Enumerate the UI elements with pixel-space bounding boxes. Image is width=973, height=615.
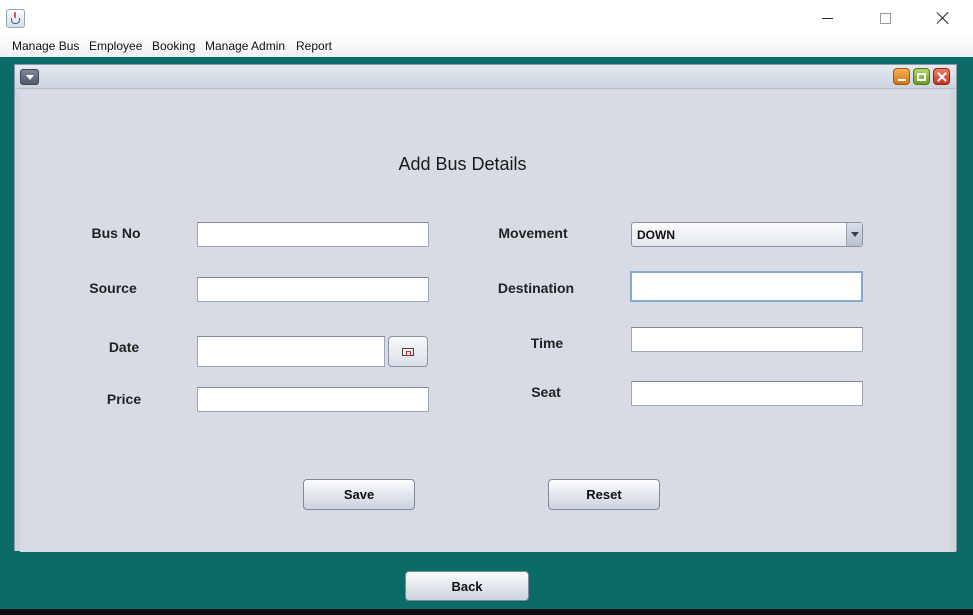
source-input[interactable] xyxy=(197,277,429,302)
date-picker-button[interactable] xyxy=(388,336,428,367)
frame-menu-button[interactable] xyxy=(20,69,39,85)
movement-selected-value: DOWN xyxy=(637,228,675,242)
date-label: Date xyxy=(108,339,140,355)
menu-manage-bus[interactable]: Manage Bus xyxy=(12,39,79,53)
time-input[interactable] xyxy=(631,327,863,352)
price-label: Price xyxy=(106,391,142,407)
destination-input[interactable] xyxy=(630,271,863,302)
seat-label: Seat xyxy=(531,384,561,400)
frame-close-button[interactable] xyxy=(933,68,950,85)
back-button[interactable]: Back xyxy=(405,571,529,601)
java-app-icon[interactable] xyxy=(6,9,25,28)
price-input[interactable] xyxy=(197,387,429,412)
minimize-button[interactable] xyxy=(804,0,850,36)
frame-maximize-button[interactable] xyxy=(913,68,930,85)
frame-minimize-button[interactable] xyxy=(893,68,910,85)
minimize-icon xyxy=(897,78,906,81)
seat-input[interactable] xyxy=(631,381,863,406)
close-button[interactable] xyxy=(920,0,966,36)
window-titlebar xyxy=(0,0,973,36)
minimize-icon xyxy=(821,17,833,19)
chevron-down-icon xyxy=(850,232,859,237)
internal-frame-titlebar xyxy=(15,65,956,89)
menu-employee[interactable]: Employee xyxy=(89,39,142,53)
maximize-icon xyxy=(879,12,891,24)
destination-label: Destination xyxy=(497,280,575,296)
movement-label: Movement xyxy=(498,225,568,241)
main-window: Manage Bus Employee Booking Manage Admin… xyxy=(0,0,973,609)
maximize-icon xyxy=(917,72,926,81)
save-button[interactable]: Save xyxy=(303,479,415,510)
close-icon xyxy=(936,11,950,25)
close-icon xyxy=(937,72,947,82)
date-input[interactable] xyxy=(197,336,385,367)
time-label: Time xyxy=(530,335,564,351)
add-bus-form: Add Bus Details Bus No Source Date Price… xyxy=(20,90,951,552)
menu-bar: Manage Bus Employee Booking Manage Admin… xyxy=(0,36,973,57)
movement-select[interactable]: DOWN xyxy=(631,222,863,247)
frame-border xyxy=(951,90,956,552)
dropdown-icon xyxy=(25,74,34,80)
reset-button[interactable]: Reset xyxy=(548,479,660,510)
menu-report[interactable]: Report xyxy=(296,39,332,53)
bus-no-label: Bus No xyxy=(91,225,141,241)
internal-frame: Add Bus Details Bus No Source Date Price… xyxy=(14,64,957,552)
menu-booking[interactable]: Booking xyxy=(152,39,195,53)
maximize-button[interactable] xyxy=(862,0,908,36)
calendar-icon xyxy=(402,347,414,356)
bus-no-input[interactable] xyxy=(197,222,429,247)
source-label: Source xyxy=(89,280,137,296)
form-title: Add Bus Details xyxy=(398,154,527,174)
menu-manage-admin[interactable]: Manage Admin xyxy=(205,39,285,53)
select-arrow[interactable] xyxy=(846,223,862,246)
